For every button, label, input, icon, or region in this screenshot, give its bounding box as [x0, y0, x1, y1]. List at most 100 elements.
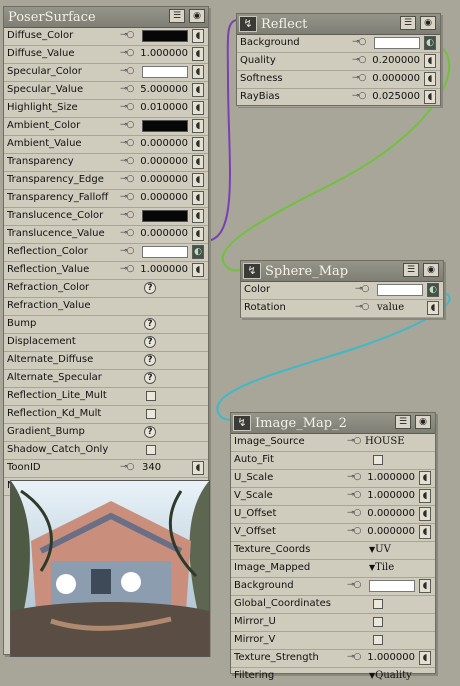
mirror-u-row[interactable]: Mirror_U: [231, 614, 435, 632]
diffuse-value-value[interactable]: 1.000000: [140, 48, 188, 59]
softness-row[interactable]: Softness ⊸○ 0.000000 ◖: [237, 71, 440, 89]
question-icon[interactable]: ?: [144, 318, 156, 330]
reflect-header[interactable]: ↯ Reflect ☰ ◉: [237, 14, 440, 35]
input-plug-icon[interactable]: ◖: [192, 101, 204, 115]
diffuse-color-row[interactable]: Diffuse_Color ⊸○ ◖: [4, 28, 208, 46]
quality-value[interactable]: 0.200000: [372, 55, 420, 66]
reflection-color-swatch[interactable]: [142, 246, 188, 258]
input-plug-icon[interactable]: ◖: [192, 155, 204, 169]
raybias-row[interactable]: RayBias ⊸○ 0.025000 ◖: [237, 89, 440, 107]
reflection-kd-mult-row[interactable]: Reflection_Kd_Mult: [4, 406, 208, 424]
texture-strength-value[interactable]: 1.000000: [367, 652, 415, 663]
softness-value[interactable]: 0.000000: [372, 73, 420, 84]
texture-coords-dropdown[interactable]: ▼UV: [369, 544, 391, 555]
transparency-falloff-value[interactable]: 0.000000: [140, 192, 188, 203]
mirror-v-checkbox[interactable]: [373, 635, 383, 645]
ambient-value-row[interactable]: Ambient_Value ⊸○ 0.000000 ◖: [4, 136, 208, 154]
bump-row[interactable]: Bump?: [4, 316, 208, 334]
ambient-color-row[interactable]: Ambient_Color ⊸○ ◖: [4, 118, 208, 136]
u-scale-row[interactable]: U_Scale ⊸○ 1.000000 ◖: [231, 470, 435, 488]
sphere-map-node[interactable]: ↯ Sphere_Map ☰ ◉ Color ⊸○ ◐ Rotation ⊸○ value…: [240, 260, 444, 318]
input-plug-icon[interactable]: ◖: [419, 525, 431, 539]
reflection-lite-mult-checkbox[interactable]: [146, 391, 156, 401]
specular-value-value[interactable]: 5.000000: [140, 84, 188, 95]
background-row[interactable]: Background ⊸○ ◖: [231, 578, 435, 596]
specular-value-row[interactable]: Specular_Value ⊸○ 5.000000 ◖: [4, 82, 208, 100]
translucence-color-row[interactable]: Translucence_Color ⊸○ ◖: [4, 208, 208, 226]
input-plug-icon[interactable]: ◖: [192, 227, 204, 241]
image-mapped-dropdown[interactable]: ▼Tile: [369, 562, 394, 573]
input-plug-icon[interactable]: ◖: [419, 651, 431, 665]
alternate-diffuse-row[interactable]: Alternate_Diffuse?: [4, 352, 208, 370]
texture-strength-row[interactable]: Texture_Strength ⊸○ 1.000000 ◖: [231, 650, 435, 668]
preview-toggle-button[interactable]: ◉: [420, 16, 436, 30]
input-plug-icon[interactable]: ◐: [427, 283, 439, 297]
global-coordinates-row[interactable]: Global_Coordinates: [231, 596, 435, 614]
question-icon[interactable]: ?: [144, 336, 156, 348]
question-icon[interactable]: ?: [144, 282, 156, 294]
input-plug-icon[interactable]: ◖: [419, 579, 431, 593]
poser-surface-node[interactable]: PoserSurface ☰ ◉ Diffuse_Color ⊸○ ◖ Diffuse…: [3, 6, 210, 657]
filtering-row[interactable]: Filtering ▼Quality: [231, 668, 435, 686]
highlight-size-value[interactable]: 0.010000: [140, 102, 188, 113]
toonid-value[interactable]: 340: [142, 462, 161, 473]
diffuse-value-row[interactable]: Diffuse_Value ⊸○ 1.000000 ◖: [4, 46, 208, 64]
color-swatch[interactable]: [377, 284, 423, 296]
raybias-value[interactable]: 0.025000: [372, 91, 420, 102]
transparency-row[interactable]: Transparency ⊸○ 0.000000 ◖: [4, 154, 208, 172]
auto-fit-checkbox[interactable]: [373, 455, 383, 465]
image-mapped-row[interactable]: Image_Mapped ▼Tile: [231, 560, 435, 578]
reflection-value-row[interactable]: Reflection_Value ⊸○ 1.000000 ◖: [4, 262, 208, 280]
u-scale-value[interactable]: 1.000000: [367, 472, 415, 483]
v-scale-row[interactable]: V_Scale ⊸○ 1.000000 ◖: [231, 488, 435, 506]
translucence-value-value[interactable]: 0.000000: [140, 228, 188, 239]
v-scale-value[interactable]: 1.000000: [367, 490, 415, 501]
alternate-specular-row[interactable]: Alternate_Specular?: [4, 370, 208, 388]
u-offset-row[interactable]: U_Offset ⊸○ 0.000000 ◖: [231, 506, 435, 524]
transparency-value[interactable]: 0.000000: [140, 156, 188, 167]
image-map-header[interactable]: ↯ Image_Map_2 ☰ ◉: [231, 413, 435, 434]
question-icon[interactable]: ?: [144, 372, 156, 384]
question-icon[interactable]: ?: [144, 354, 156, 366]
quality-row[interactable]: Quality ⊸○ 0.200000 ◖: [237, 53, 440, 71]
transparency-edge-row[interactable]: Transparency_Edge ⊸○ 0.000000 ◖: [4, 172, 208, 190]
diffuse-color-swatch[interactable]: [142, 30, 188, 42]
input-plug-icon[interactable]: ◖: [192, 65, 204, 79]
input-plug-icon[interactable]: ◖: [192, 29, 204, 43]
translucence-color-swatch[interactable]: [142, 210, 188, 222]
sphere-map-header[interactable]: ↯ Sphere_Map ☰ ◉: [241, 261, 443, 282]
specular-color-row[interactable]: Specular_Color ⊸○ ◖: [4, 64, 208, 82]
image-source-row[interactable]: Image_Source ⊸○ HOUSE: [231, 434, 435, 452]
ambient-color-swatch[interactable]: [142, 120, 188, 132]
global-coordinates-checkbox[interactable]: [373, 599, 383, 609]
input-plug-icon[interactable]: ◖: [192, 83, 204, 97]
auto-fit-row[interactable]: Auto_Fit: [231, 452, 435, 470]
transparency-falloff-row[interactable]: Transparency_Falloff ⊸○ 0.000000 ◖: [4, 190, 208, 208]
reflection-color-row[interactable]: Reflection_Color ⊸○ ◐: [4, 244, 208, 262]
gradient-bump-row[interactable]: Gradient_Bump?: [4, 424, 208, 442]
reflect-node[interactable]: ↯ Reflect ☰ ◉ Background ⊸○ ◐ Quality ⊸○ 0.20…: [236, 13, 441, 107]
background-swatch[interactable]: [374, 37, 420, 49]
node-options-button[interactable]: ☰: [395, 415, 411, 429]
input-plug-icon[interactable]: ◖: [192, 119, 204, 133]
mirror-v-row[interactable]: Mirror_V: [231, 632, 435, 650]
background-swatch[interactable]: [369, 580, 415, 592]
image-source-value[interactable]: HOUSE: [365, 436, 405, 447]
preview-toggle-button[interactable]: ◉: [415, 415, 431, 429]
input-plug-icon[interactable]: ◖: [192, 47, 204, 61]
node-options-button[interactable]: ☰: [169, 9, 185, 23]
input-plug-icon[interactable]: ◖: [427, 301, 439, 315]
reflection-lite-mult-row[interactable]: Reflection_Lite_Mult: [4, 388, 208, 406]
input-plug-icon[interactable]: ◖: [192, 173, 204, 187]
input-plug-icon[interactable]: ◖: [424, 54, 436, 68]
background-row[interactable]: Background ⊸○ ◐: [237, 35, 440, 53]
node-options-button[interactable]: ☰: [400, 16, 416, 30]
input-plug-icon[interactable]: ◖: [192, 263, 204, 277]
node-options-button[interactable]: ☰: [403, 263, 419, 277]
filtering-dropdown[interactable]: ▼Quality: [369, 670, 412, 681]
input-plug-icon[interactable]: ◖: [192, 209, 204, 223]
specular-color-swatch[interactable]: [142, 66, 188, 78]
poser-surface-header[interactable]: PoserSurface ☰ ◉: [4, 7, 208, 28]
shadow-catch-only-row[interactable]: Shadow_Catch_Only: [4, 442, 208, 460]
refraction-value-row[interactable]: Refraction_Value: [4, 298, 208, 316]
